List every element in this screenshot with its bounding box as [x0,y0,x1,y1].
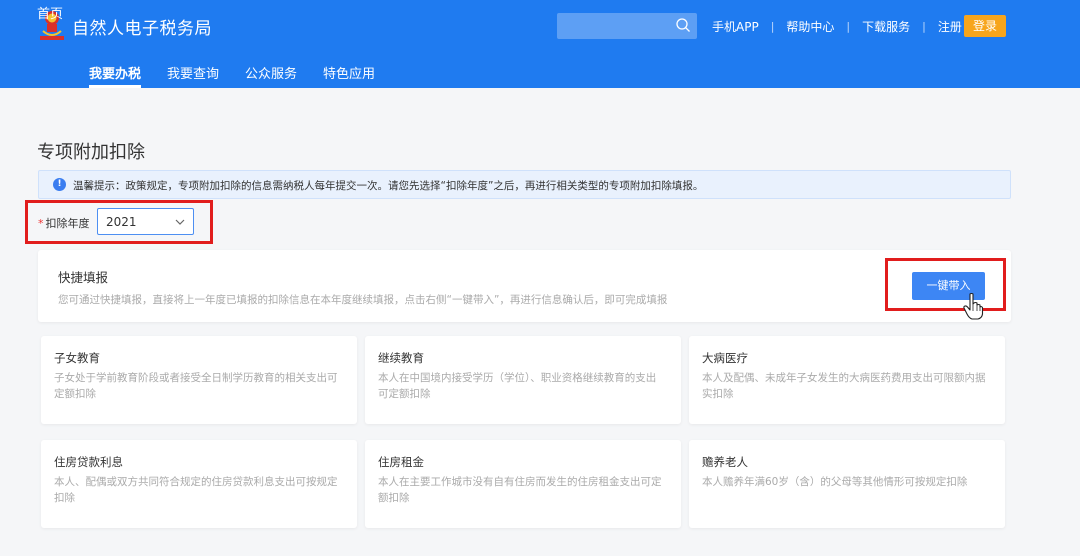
nav-featured-apps[interactable]: 特色应用 [323,63,375,88]
quick-fill-card: 快捷填报 您可通过快捷填报，直接将上一年度已填报的扣除信息在本年度继续填报，点击… [38,250,1011,322]
quick-fill-description: 您可通过快捷填报，直接将上一年度已填报的扣除信息在本年度继续填报，点击右侧“一键… [58,294,668,306]
divider: | [846,20,851,33]
nav-tax-handling[interactable]: 我要办税 [89,63,142,88]
notice-banner: ! 温馨提示：政策规定，专项附加扣除的信息需纳税人每年提交一次。请您先选择“扣除… [38,170,1011,199]
nav-query[interactable]: 我要查询 [167,63,219,88]
card-description: 本人在主要工作城市没有自有住房而发生的住房租金支出可定额扣除 [378,476,662,504]
hand-cursor-icon [963,292,984,320]
nav-public-service[interactable]: 公众服务 [245,63,297,88]
divider: | [922,20,926,33]
notice-text: 温馨提示：政策规定，专项附加扣除的信息需纳税人每年提交一次。请您先选择“扣除年度… [73,180,704,192]
card-title: 住房贷款利息 [54,455,123,469]
search-icon[interactable] [675,17,691,33]
category-card-child-education[interactable]: 子女教育 子女处于学前教育阶段或者接受全日制学历教育的相关支出可定额扣除 [41,336,357,424]
mobile-app-link[interactable]: 手机APP [712,18,759,35]
search-input[interactable] [557,13,697,39]
register-link[interactable]: 注册 [938,18,962,35]
category-card-serious-illness[interactable]: 大病医疗 本人及配偶、未成年子女发生的大病医药费用支出可限额内据实扣除 [689,336,1005,424]
quick-fill-title: 快捷填报 [58,270,109,285]
help-center-link[interactable]: 帮助中心 [786,18,834,35]
category-card-housing-loan-interest[interactable]: 住房贷款利息 本人、配偶或双方共同符合规定的住房贷款利息支出可按规定扣除 [41,440,357,528]
card-title: 大病医疗 [702,351,748,365]
info-icon: ! [53,178,66,191]
card-description: 本人及配偶、未成年子女发生的大病医药费用支出可限额内据实扣除 [702,372,986,400]
download-service-link[interactable]: 下载服务 [862,18,910,35]
category-card-continuing-education[interactable]: 继续教育 本人在中国境内接受学历（学位）、职业资格继续教育的支出可定额扣除 [365,336,681,424]
divider: | [770,20,775,33]
top-header: 自然人电子税务局 手机APP | 帮助中心 | 下载服务 | 注册 登录 首页 … [0,0,1080,88]
top-links: 手机APP | 帮助中心 | 下载服务 | 注册 [712,18,962,35]
card-title: 继续教育 [378,351,424,365]
page-title: 专项附加扣除 [37,142,145,163]
card-title: 赡养老人 [702,455,748,469]
app-title: 自然人电子税务局 [72,19,212,39]
card-description: 本人赡养年满60岁（含）的父母等其他情形可按规定扣除 [702,476,968,488]
highlight-frame-year [25,200,213,244]
card-description: 本人、配偶或双方共同符合规定的住房贷款利息支出可按规定扣除 [54,476,338,504]
card-title: 子女教育 [54,351,100,365]
highlight-frame-import [885,258,1006,311]
card-title: 住房租金 [378,455,424,469]
category-card-housing-rent[interactable]: 住房租金 本人在主要工作城市没有自有住房而发生的住房租金支出可定额扣除 [365,440,681,528]
login-button[interactable]: 登录 [964,15,1006,37]
nav-home[interactable]: 首页 [37,3,63,28]
card-description: 本人在中国境内接受学历（学位）、职业资格继续教育的支出可定额扣除 [378,372,657,400]
card-description: 子女处于学前教育阶段或者接受全日制学历教育的相关支出可定额扣除 [54,372,338,400]
category-card-elderly-support[interactable]: 赡养老人 本人赡养年满60岁（含）的父母等其他情形可按规定扣除 [689,440,1005,528]
